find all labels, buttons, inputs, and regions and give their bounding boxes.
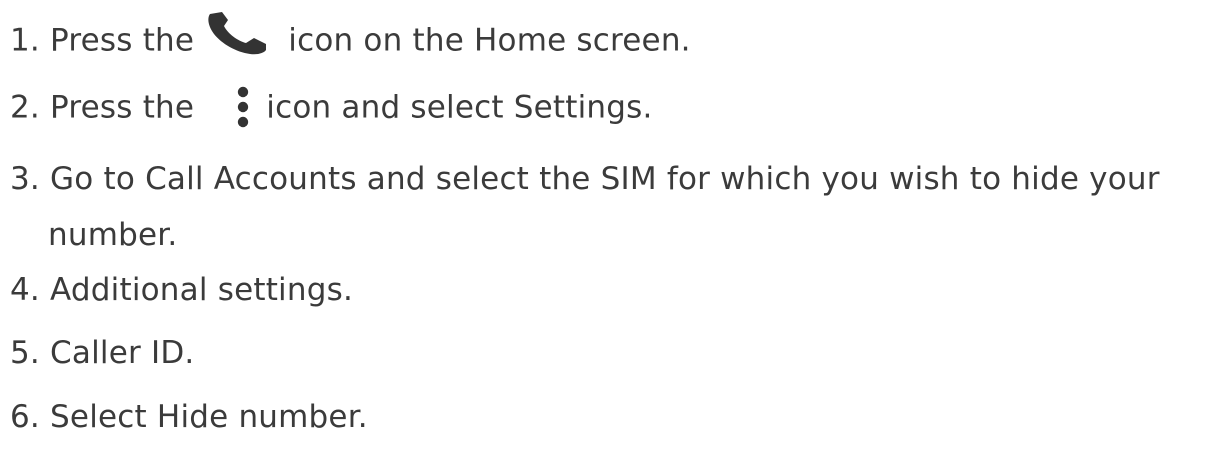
step-3: 3. Go to Call Accounts and select the SI… xyxy=(10,151,1222,263)
step-text-before: Press the xyxy=(50,22,195,59)
step-text: Additional settings. xyxy=(50,272,353,308)
step-text-before: Press the xyxy=(50,89,195,126)
step-6: 6. Select Hide number. xyxy=(10,397,368,437)
step-text: Caller ID. xyxy=(50,335,195,371)
step-number: 4. xyxy=(10,272,40,308)
step-number: 1. xyxy=(10,22,40,59)
step-1: 1. Press the icon on the Home screen. xyxy=(10,12,691,64)
step-2: 2. Press the icon and select Settings. xyxy=(10,86,653,132)
step-text: Go to Call Accounts and select the SIM f… xyxy=(50,161,1160,197)
phone-icon xyxy=(206,12,268,56)
step-number: 5. xyxy=(10,335,40,371)
step-4: 4. Additional settings. xyxy=(10,270,353,310)
step-number: 3. xyxy=(10,161,40,197)
step-text: Select Hide number. xyxy=(50,399,368,435)
more-vertical-icon xyxy=(230,84,256,130)
step-5: 5. Caller ID. xyxy=(10,333,194,373)
step-text-after: icon and select Settings. xyxy=(266,89,653,126)
step-number: 6. xyxy=(10,399,40,435)
step-text-continuation: number. xyxy=(48,217,178,253)
step-text-after: icon on the Home screen. xyxy=(288,22,691,59)
step-number: 2. xyxy=(10,89,40,126)
